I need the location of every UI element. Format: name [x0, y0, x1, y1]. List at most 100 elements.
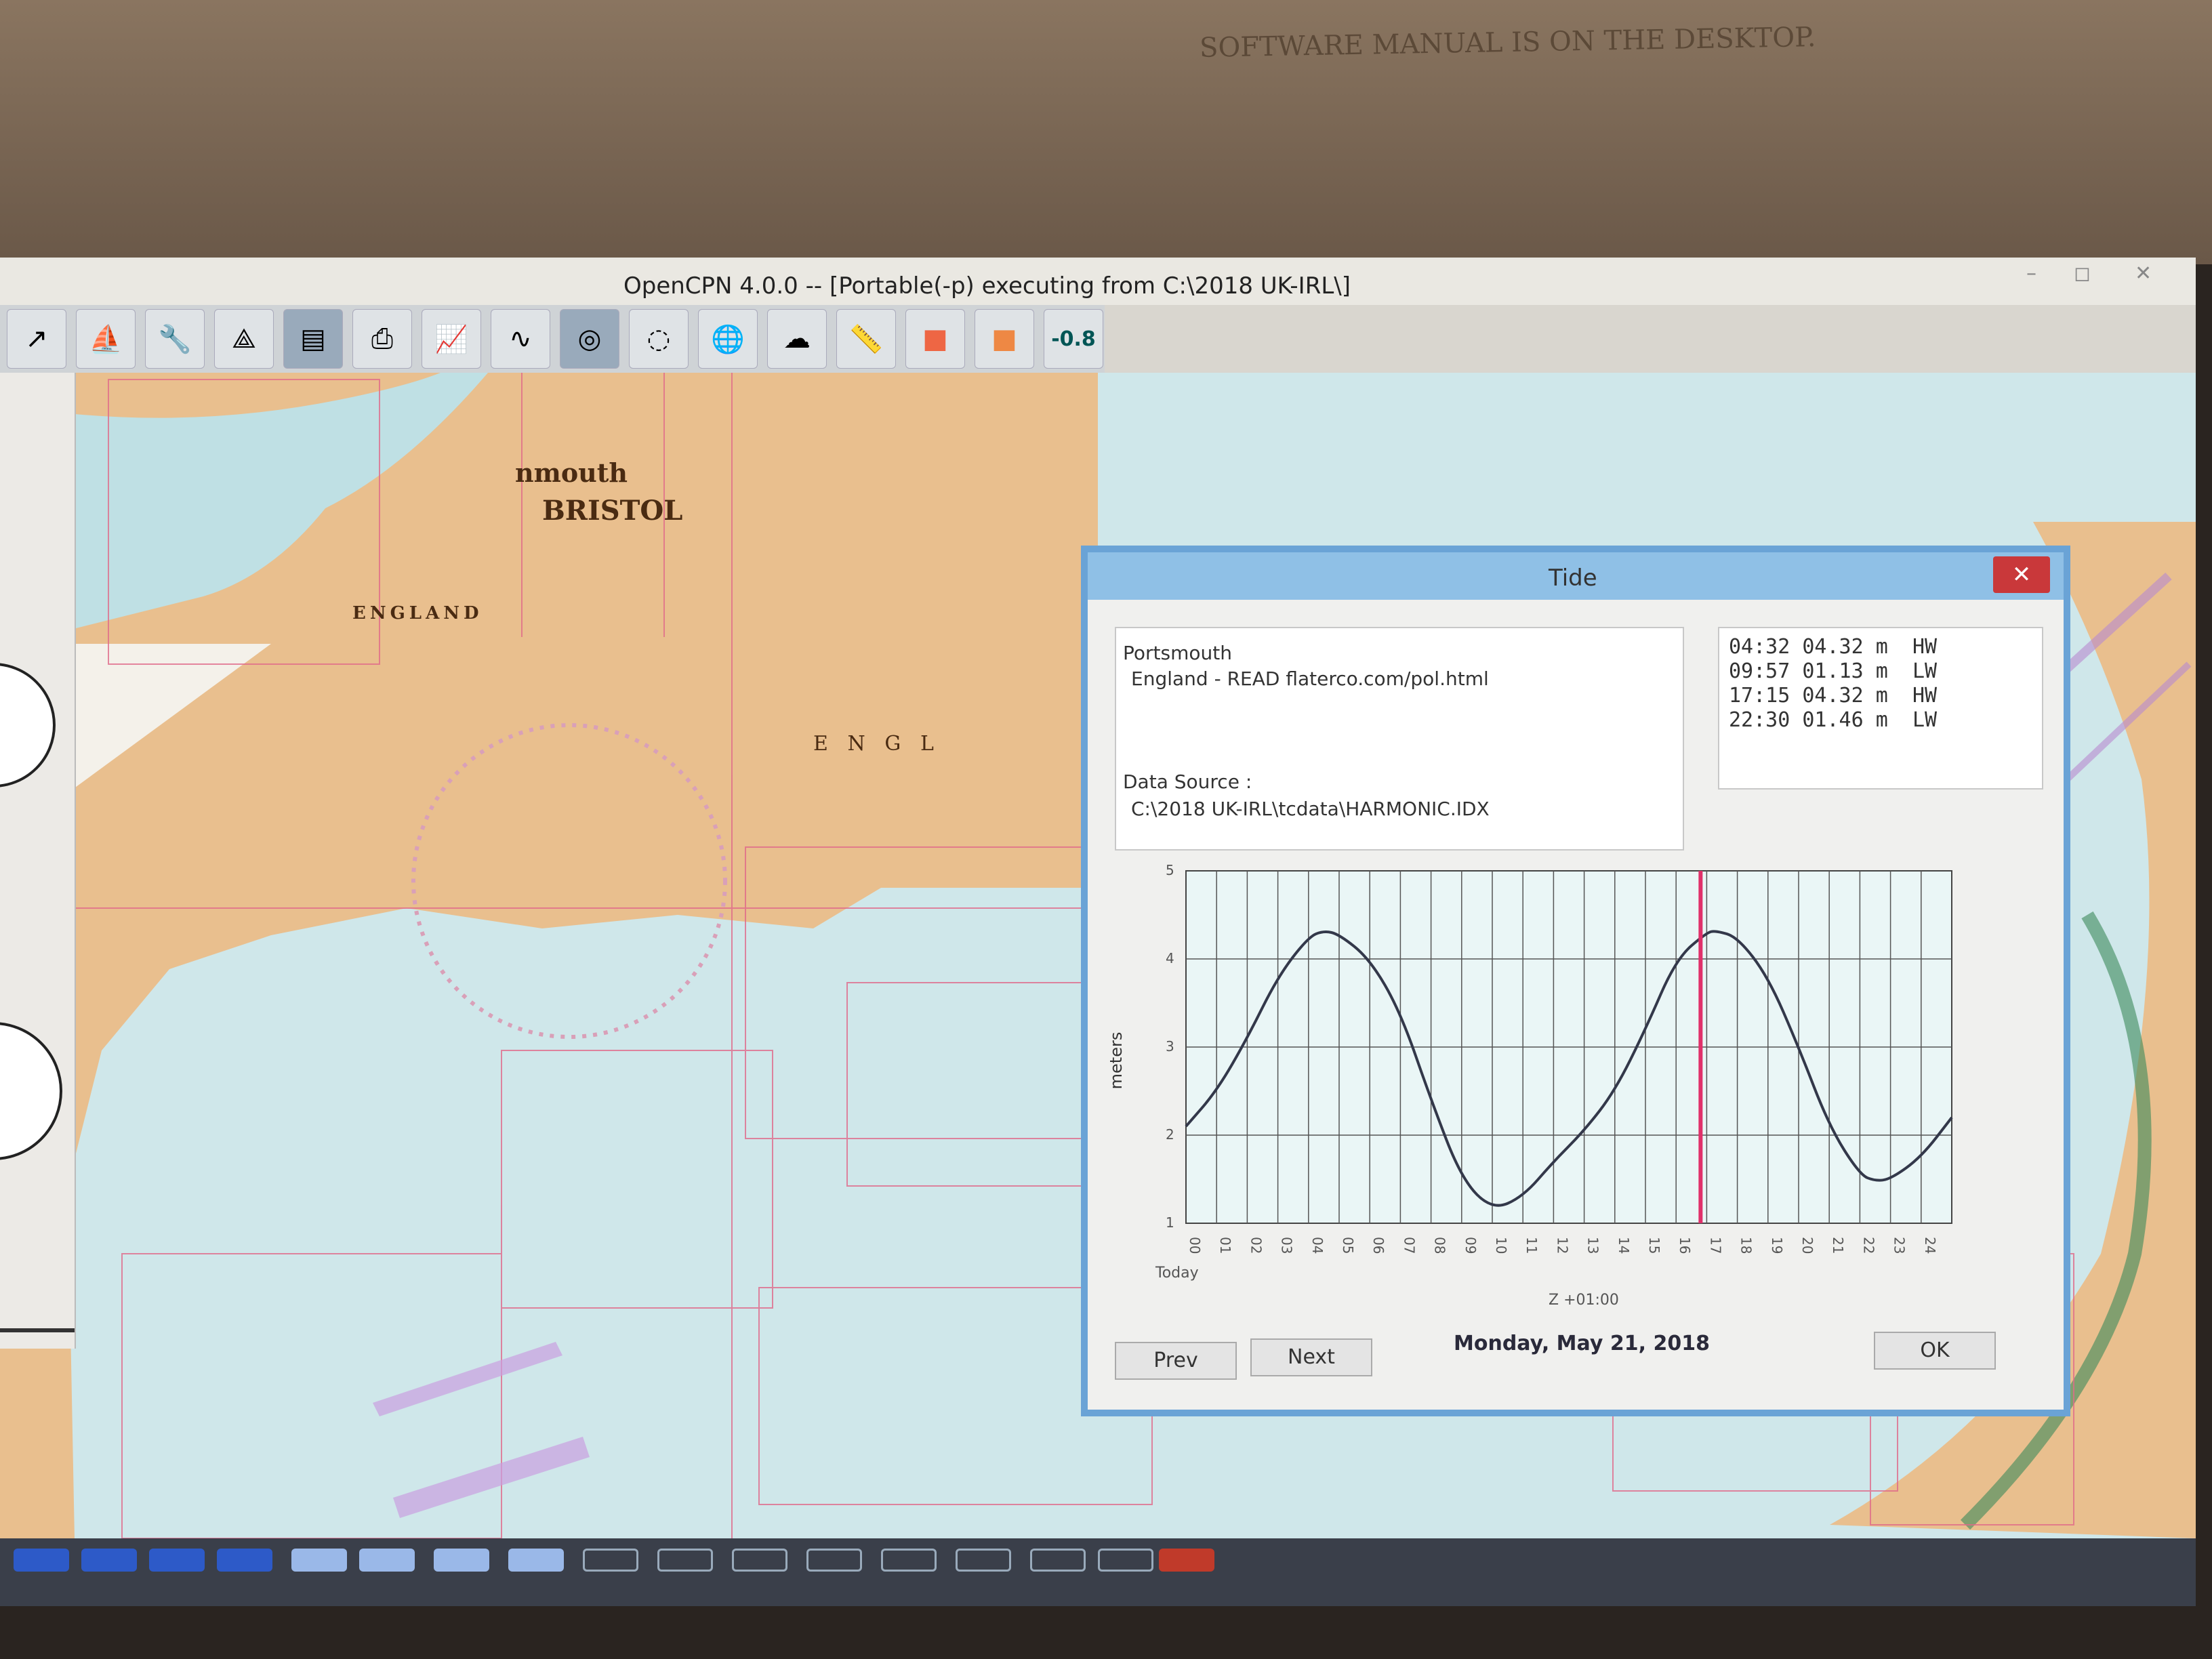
x-tick-label: 03 [1279, 1237, 1295, 1254]
y-tick-label: 1 [1166, 1214, 1174, 1231]
x-tick-label: 10 [1493, 1237, 1509, 1254]
stop-icon[interactable]: ■ [975, 309, 1034, 369]
lifebuoy-icon[interactable]: ◌ [629, 309, 689, 369]
tide-x-ticks: 00 01 02 03 04 05 06 07 08 09 10 11 12 13 14 15 16 17 18 19… [1187, 1237, 1938, 1254]
route-icon[interactable]: ⟁ [214, 309, 274, 369]
zoom-in-icon[interactable]: ↗ [7, 309, 66, 369]
x-tick-label: 22 [1860, 1237, 1877, 1254]
print-icon[interactable]: ⎙ [352, 309, 412, 369]
tide-time-row: 04:32 04.32 m HW [1729, 635, 1938, 659]
x-tick-label: 15 [1646, 1237, 1662, 1254]
chart-bar-tile-3[interactable] [149, 1549, 205, 1572]
x-tick-label: 00 [1187, 1237, 1203, 1254]
x-tick-label: 12 [1554, 1237, 1570, 1254]
x-tick-label: 05 [1340, 1237, 1356, 1254]
minimize-button[interactable]: – [2026, 262, 2036, 285]
y-tick-label: 2 [1166, 1126, 1174, 1143]
chart-bar-tile-1[interactable] [14, 1549, 69, 1572]
chart-bar-tile-15[interactable] [1030, 1549, 1086, 1572]
screen: OpenCPN 4.0.0 -- [Portable(-p) executing… [0, 258, 2196, 1606]
chart-bar-tile-13[interactable] [881, 1549, 937, 1572]
chart-bar-tile-active[interactable] [1159, 1549, 1214, 1572]
wrench-icon[interactable]: 🔧 [145, 309, 205, 369]
graph-icon[interactable]: 📈 [422, 309, 481, 369]
chart-bar-tile-2[interactable] [81, 1549, 137, 1572]
y-tick-label: 5 [1166, 862, 1174, 878]
x-tick-label: 24 [1922, 1237, 1938, 1254]
x-tick-label: 01 [1217, 1237, 1233, 1254]
zoom-readout: -0.8 [1044, 309, 1103, 369]
x-tick-label: 16 [1677, 1237, 1693, 1254]
map-label-bristol: BRISTOL [542, 495, 683, 527]
tide-times-list: 04:32 04.32 m HW 09:57 01.13 m LW 17:15 … [1718, 627, 2043, 790]
x-tick-label: 23 [1891, 1237, 1908, 1254]
boat-icon[interactable]: ⛵ [76, 309, 136, 369]
x-tick-label: 20 [1799, 1237, 1816, 1254]
x-tick-label: 19 [1769, 1237, 1785, 1254]
prev-button[interactable]: Prev [1115, 1342, 1237, 1380]
chart-bar-tile-12[interactable] [806, 1549, 862, 1572]
x-tick-label: 09 [1462, 1237, 1479, 1254]
record-icon[interactable]: ■ [905, 309, 965, 369]
data-source-path: C:\2018 UK-IRL\tcdata\HARMONIC.IDX [1131, 798, 1490, 820]
globe-icon[interactable]: 🌐 [698, 309, 758, 369]
chart-bar-tile-6[interactable] [359, 1549, 415, 1572]
main-toolbar: ↗ ⛵ 🔧 ⟁ ▤ ⎙ 📈 ∿ ◎ ◌ 🌐 ☁ 📏 ■ ■ -0.8 [0, 305, 1105, 373]
x-tick-label: 21 [1830, 1237, 1846, 1254]
map-label-england-small: ENGLAND [352, 603, 483, 623]
x-tick-label: 04 [1309, 1237, 1326, 1254]
tide-dialog: Tide ✕ Portsmouth England - READ flaterc… [1081, 546, 2070, 1416]
x-tick-label: 08 [1432, 1237, 1448, 1254]
tide-dialog-titlebar: Tide ✕ [1088, 552, 2064, 600]
dashboard-panel[interactable] [0, 373, 76, 1349]
station-name: Portsmouth [1123, 642, 1232, 664]
chart-bar-tile-9[interactable] [583, 1549, 638, 1572]
ruler-icon[interactable]: 📏 [836, 309, 896, 369]
x-tick-label: 14 [1616, 1237, 1632, 1254]
tide-time-row: 09:57 01.13 m LW [1729, 659, 1938, 683]
chart-bar-tile-16[interactable] [1098, 1549, 1153, 1572]
window-title: OpenCPN 4.0.0 -- [Portable(-p) executing… [623, 272, 1351, 300]
dashboard-icon[interactable]: ◎ [560, 309, 619, 369]
maximize-button[interactable]: ◻ [2074, 262, 2091, 285]
tide-date: Monday, May 21, 2018 [1454, 1332, 1710, 1355]
chart-bar-tile-11[interactable] [732, 1549, 787, 1572]
chart-bar-tile-7[interactable] [434, 1549, 489, 1572]
desk-background [0, 0, 2212, 264]
tide-time-row: 17:15 04.32 m HW [1729, 684, 1938, 708]
track-icon[interactable]: ∿ [491, 309, 550, 369]
chart-quilt-icon[interactable]: ▤ [283, 309, 343, 369]
chart-bar-tile-14[interactable] [956, 1549, 1011, 1572]
station-info-box[interactable]: Portsmouth England - READ flaterco.com/p… [1115, 627, 1684, 851]
dashboard-gauges [0, 663, 75, 1332]
x-tick-label: 18 [1738, 1237, 1755, 1254]
y-tick-label: 3 [1166, 1038, 1174, 1054]
y-axis-label: meters [1107, 1032, 1126, 1090]
map-label-england-large: E N G L [813, 732, 934, 756]
x-tick-label: 11 [1523, 1237, 1540, 1254]
tide-time-row: 22:30 01.46 m LW [1729, 708, 1938, 732]
tide-dialog-title: Tide [1549, 565, 1597, 592]
chart-bar-tile-8[interactable] [508, 1549, 564, 1572]
window-titlebar: OpenCPN 4.0.0 -- [Portable(-p) executing… [0, 258, 2196, 305]
close-button[interactable]: ✕ [2135, 262, 2152, 285]
chart-bar-tile-4[interactable] [217, 1549, 272, 1572]
map-label-nmouth: nmouth [515, 457, 628, 488]
chart-bar-tile-10[interactable] [657, 1549, 713, 1572]
tide-graph: 12345 00 01 02 03 04 05 06 07 08 09 10 11 12 13 14 15 16… [1107, 862, 1953, 1309]
ok-button[interactable]: OK [1874, 1332, 1996, 1370]
tide-y-ticks: 1 2 3 4 5 [1166, 862, 1174, 1231]
chart-bar-tile-5[interactable] [291, 1549, 347, 1572]
next-button[interactable]: Next [1250, 1338, 1372, 1376]
timezone-label: Z +01:00 [1549, 1292, 1619, 1309]
x-tick-label: 06 [1370, 1237, 1387, 1254]
y-tick-label: 4 [1166, 950, 1174, 966]
x-tick-label: 07 [1401, 1237, 1417, 1254]
station-region: England - READ flaterco.com/pol.html [1131, 668, 1489, 690]
weather-icon[interactable]: ☁ [767, 309, 827, 369]
x-tick-label: 17 [1707, 1237, 1723, 1254]
today-label: Today [1155, 1265, 1199, 1282]
x-tick-label: 02 [1248, 1237, 1264, 1254]
tide-dialog-close-button[interactable]: ✕ [1993, 556, 2050, 593]
data-source-label: Data Source : [1123, 771, 1252, 793]
